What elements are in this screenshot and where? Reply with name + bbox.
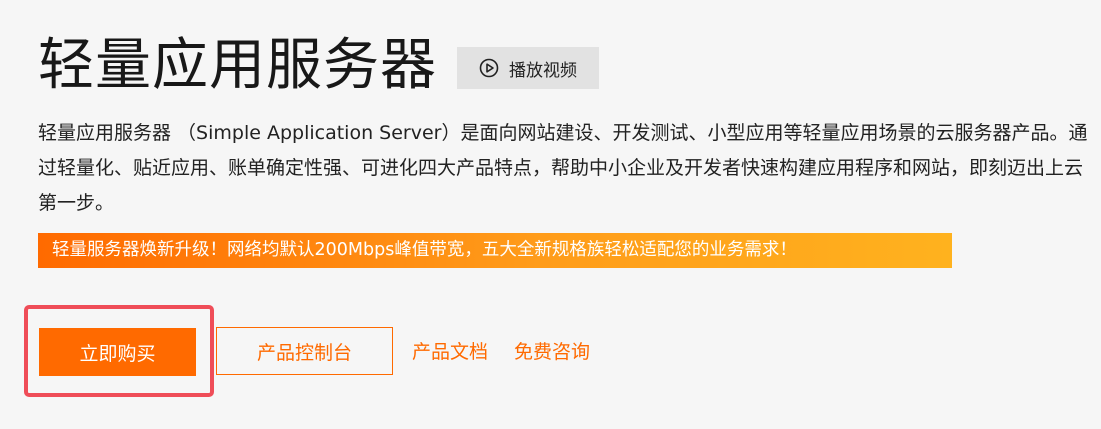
product-hero: 轻量应用服务器 播放视频 轻量应用服务器 （Simple Application… — [0, 0, 1101, 429]
play-video-button[interactable]: 播放视频 — [457, 47, 599, 89]
product-console-button[interactable]: 产品控制台 — [216, 327, 393, 375]
buy-now-button[interactable]: 立即购买 — [39, 328, 196, 376]
play-video-label: 播放视频 — [509, 60, 577, 81]
page-title: 轻量应用服务器 — [38, 33, 437, 98]
promo-banner: 轻量服务器焕新升级！网络均默认200Mbps峰值带宽，五大全新规格族轻松适配您的… — [38, 233, 952, 268]
free-consult-link[interactable]: 免费咨询 — [514, 339, 590, 365]
title-row: 轻量应用服务器 播放视频 — [38, 30, 599, 102]
play-circle-icon — [479, 58, 499, 78]
product-docs-link[interactable]: 产品文档 — [412, 339, 488, 365]
product-description: 轻量应用服务器 （Simple Application Server）是面向网站… — [38, 122, 1088, 214]
